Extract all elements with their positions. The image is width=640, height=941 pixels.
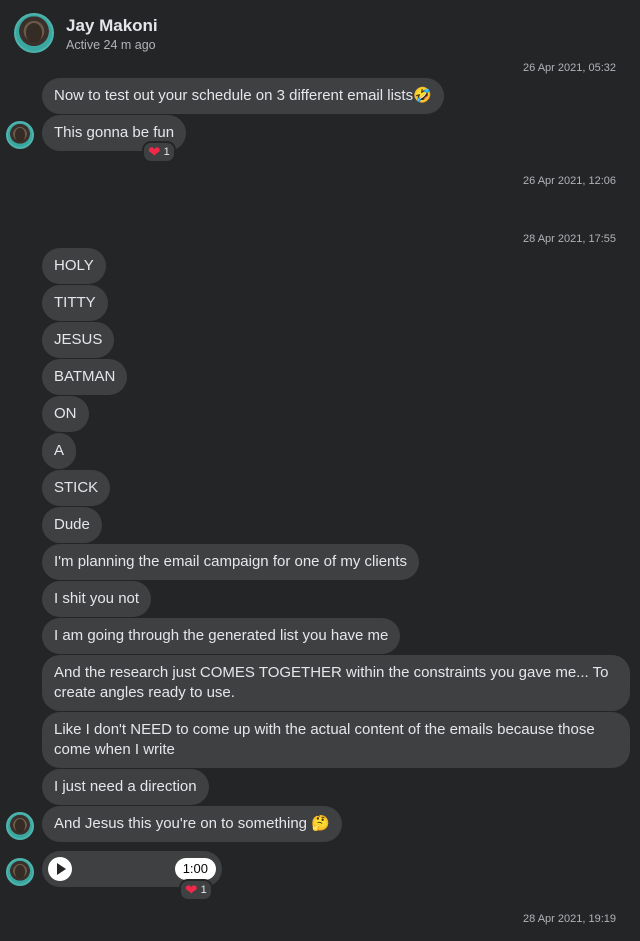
contact-name[interactable]: Jay Makoni xyxy=(66,16,158,36)
message-bubble[interactable]: And Jesus this you're on to something 🤔 xyxy=(42,806,342,842)
message-bubble[interactable]: I'm planning the email campaign for one … xyxy=(42,544,420,580)
message-bubble[interactable]: JESUS xyxy=(42,322,115,358)
timestamp: 28 Apr 2021, 19:19 xyxy=(523,913,616,925)
message-bubble[interactable]: Dude xyxy=(42,507,102,543)
message-bubble[interactable]: And the research just COMES TOGETHER wit… xyxy=(42,655,630,711)
message-bubble[interactable]: Now to test out your schedule on 3 diffe… xyxy=(42,78,444,114)
timestamp: 26 Apr 2021, 12:06 xyxy=(523,175,616,187)
message-bubble[interactable]: BATMAN xyxy=(42,359,128,395)
message-bubble[interactable]: HOLY xyxy=(42,248,106,284)
reaction-count: 1 xyxy=(163,146,170,158)
message-bubble[interactable]: Like I don't NEED to come up with the ac… xyxy=(42,712,630,768)
contact-status: Active 24 m ago xyxy=(66,38,156,52)
message-bubble[interactable]: I shit you not xyxy=(42,581,152,617)
play-button[interactable] xyxy=(48,857,72,881)
message-bubble[interactable]: TITTY xyxy=(42,285,108,321)
sender-avatar xyxy=(6,812,34,840)
chat-header: Jay Makoni Active 24 m ago xyxy=(0,0,640,60)
reaction-badge[interactable]: ❤ 1 xyxy=(179,879,213,901)
sender-avatar xyxy=(6,121,34,149)
reaction-count: 1 xyxy=(200,884,207,896)
message-bubble[interactable]: I just need a direction xyxy=(42,769,209,805)
message-bubble[interactable]: I am going through the generated list yo… xyxy=(42,618,401,654)
message-bubble[interactable]: STICK xyxy=(42,470,111,506)
reaction-badge[interactable]: ❤ 1 xyxy=(142,141,176,163)
sender-avatar xyxy=(6,858,34,886)
heart-icon: ❤ xyxy=(185,881,198,899)
timestamp: 26 Apr 2021, 05:32 xyxy=(523,62,616,74)
message-bubble[interactable]: A xyxy=(42,433,77,469)
timestamp: 28 Apr 2021, 17:55 xyxy=(523,233,616,245)
audio-duration: 1:00 xyxy=(174,858,216,880)
contact-avatar[interactable] xyxy=(14,13,54,53)
message-bubble[interactable]: ON xyxy=(42,396,89,432)
heart-icon: ❤ xyxy=(148,143,161,161)
